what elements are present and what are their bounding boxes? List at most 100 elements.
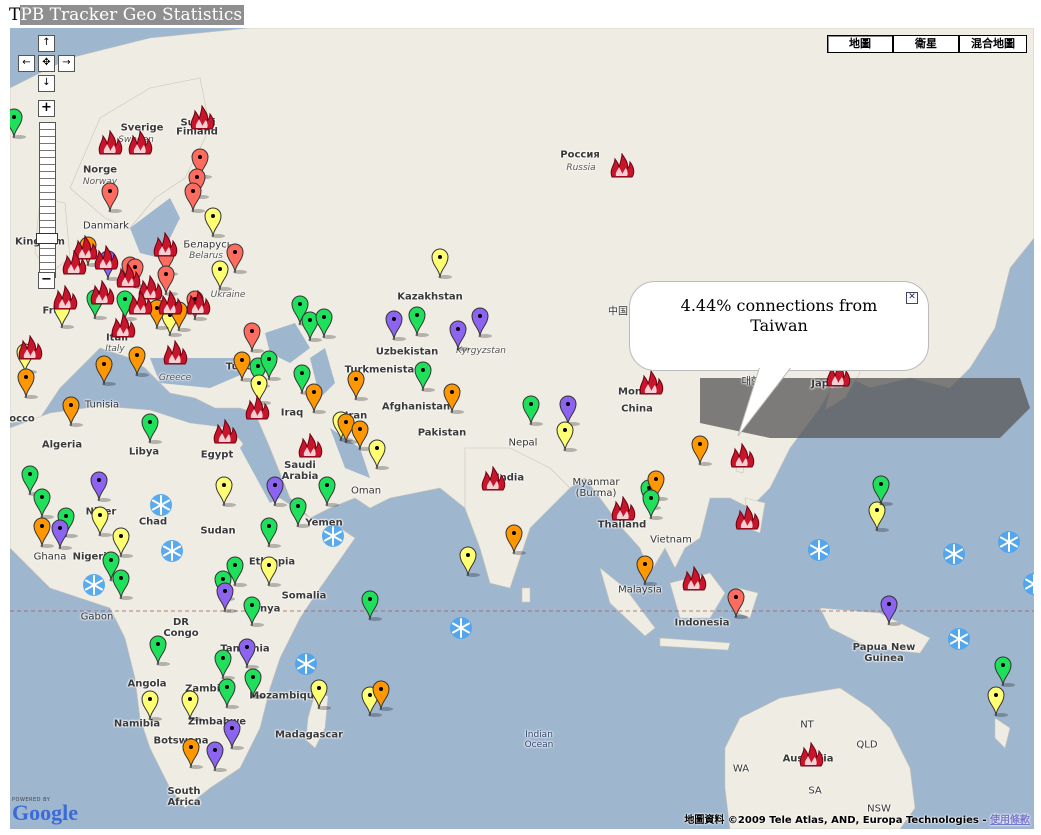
fire-icon[interactable] bbox=[212, 418, 238, 445]
snowflake-icon[interactable] bbox=[806, 537, 832, 563]
fire-icon[interactable] bbox=[244, 394, 270, 421]
zoom-in-button[interactable]: + bbox=[38, 100, 55, 117]
connection-pin-icon[interactable] bbox=[691, 435, 712, 467]
connection-pin-icon[interactable] bbox=[90, 471, 111, 503]
connection-pin-icon[interactable] bbox=[727, 588, 748, 620]
snowflake-icon[interactable] bbox=[996, 529, 1022, 555]
snowflake-icon[interactable] bbox=[159, 538, 185, 564]
connection-pin-icon[interactable] bbox=[218, 678, 239, 710]
connection-pin-icon[interactable] bbox=[128, 346, 149, 378]
connection-pin-icon[interactable] bbox=[347, 370, 368, 402]
info-window-close-icon[interactable]: ✕ bbox=[906, 292, 918, 304]
fire-icon[interactable] bbox=[97, 129, 123, 156]
connection-pin-icon[interactable] bbox=[636, 555, 657, 587]
snowflake-icon[interactable] bbox=[941, 541, 967, 567]
connection-pin-icon[interactable] bbox=[443, 383, 464, 415]
fire-icon[interactable] bbox=[127, 129, 153, 156]
connection-pin-icon[interactable] bbox=[260, 517, 281, 549]
connection-pin-icon[interactable] bbox=[141, 690, 162, 722]
map-type-satellite-button[interactable]: 衛星 bbox=[893, 35, 959, 53]
fire-icon[interactable] bbox=[609, 152, 635, 179]
connection-pin-icon[interactable] bbox=[223, 719, 244, 751]
powered-by-google-logo[interactable]: POWERED BY Google bbox=[12, 797, 78, 824]
fire-icon[interactable] bbox=[157, 289, 183, 316]
connection-pin-icon[interactable] bbox=[522, 395, 543, 427]
connection-pin-icon[interactable] bbox=[305, 383, 326, 415]
connection-pin-icon[interactable] bbox=[459, 546, 480, 578]
connection-pin-icon[interactable] bbox=[101, 182, 122, 214]
connection-pin-icon[interactable] bbox=[204, 207, 225, 239]
connection-pin-icon[interactable] bbox=[181, 690, 202, 722]
fire-icon[interactable] bbox=[729, 442, 755, 469]
terms-of-use-link[interactable]: 使用條款 bbox=[990, 815, 1030, 826]
connection-pin-icon[interactable] bbox=[642, 489, 663, 521]
fire-icon[interactable] bbox=[681, 565, 707, 592]
connection-pin-icon[interactable] bbox=[368, 439, 389, 471]
connection-pin-icon[interactable] bbox=[260, 556, 281, 588]
fire-icon[interactable] bbox=[17, 334, 43, 361]
connection-pin-icon[interactable] bbox=[215, 476, 236, 508]
connection-pin-icon[interactable] bbox=[431, 248, 452, 280]
connection-pin-icon[interactable] bbox=[449, 320, 470, 352]
connection-pin-icon[interactable] bbox=[310, 679, 331, 711]
zoom-slider-thumb[interactable] bbox=[36, 233, 58, 244]
connection-pin-icon[interactable] bbox=[216, 582, 237, 614]
fire-icon[interactable] bbox=[110, 312, 136, 339]
fire-icon[interactable] bbox=[185, 289, 211, 316]
connection-pin-icon[interactable] bbox=[243, 596, 264, 628]
connection-pin-icon[interactable] bbox=[211, 260, 232, 292]
connection-pin-icon[interactable] bbox=[361, 590, 382, 622]
fire-icon[interactable] bbox=[480, 465, 506, 492]
pan-up-button[interactable]: ↑ bbox=[38, 35, 55, 52]
fire-icon[interactable] bbox=[610, 495, 636, 522]
connection-pin-icon[interactable] bbox=[33, 488, 54, 520]
pan-down-button[interactable]: ↓ bbox=[38, 75, 55, 92]
connection-pin-icon[interactable] bbox=[10, 108, 26, 140]
zoom-out-button[interactable]: − bbox=[38, 272, 55, 289]
world-map[interactable]: РоссияRussiaSverigeSwedenSuomiFinlandNor… bbox=[10, 28, 1034, 829]
zoom-slider-track[interactable] bbox=[39, 122, 56, 278]
snowflake-icon[interactable] bbox=[148, 492, 174, 518]
pan-left-button[interactable]: ← bbox=[18, 55, 35, 72]
connection-pin-icon[interactable] bbox=[505, 524, 526, 556]
map-type-map-button[interactable]: 地圖 bbox=[827, 35, 893, 53]
fire-icon[interactable] bbox=[297, 432, 323, 459]
fire-icon[interactable] bbox=[734, 504, 760, 531]
connection-pin-icon[interactable] bbox=[289, 497, 310, 529]
fire-icon[interactable] bbox=[162, 339, 188, 366]
snowflake-icon[interactable] bbox=[448, 615, 474, 641]
fire-icon[interactable] bbox=[189, 104, 215, 131]
connection-pin-icon[interactable] bbox=[318, 476, 339, 508]
map-type-hybrid-button[interactable]: 混合地圖 bbox=[959, 35, 1027, 53]
connection-pin-icon[interactable] bbox=[872, 475, 893, 507]
connection-pin-icon[interactable] bbox=[182, 738, 203, 770]
connection-pin-icon[interactable] bbox=[987, 686, 1008, 718]
pan-right-button[interactable]: → bbox=[58, 55, 75, 72]
connection-pin-icon[interactable] bbox=[95, 355, 116, 387]
connection-pin-icon[interactable] bbox=[33, 517, 54, 549]
connection-pin-icon[interactable] bbox=[244, 668, 265, 700]
connection-pin-icon[interactable] bbox=[214, 649, 235, 681]
connection-pin-icon[interactable] bbox=[315, 308, 336, 340]
connection-pin-icon[interactable] bbox=[141, 413, 162, 445]
fire-icon[interactable] bbox=[52, 284, 78, 311]
connection-pin-icon[interactable] bbox=[351, 420, 372, 452]
snowflake-icon[interactable] bbox=[320, 523, 346, 549]
fire-icon[interactable] bbox=[638, 369, 664, 396]
connection-pin-icon[interactable] bbox=[372, 680, 393, 712]
connection-pin-icon[interactable] bbox=[556, 421, 577, 453]
connection-pin-icon[interactable] bbox=[471, 307, 492, 339]
snowflake-icon[interactable] bbox=[81, 572, 107, 598]
fire-icon[interactable] bbox=[798, 741, 824, 768]
connection-pin-icon[interactable] bbox=[880, 595, 901, 627]
fire-icon[interactable] bbox=[89, 279, 115, 306]
connection-pin-icon[interactable] bbox=[184, 182, 205, 214]
fire-icon[interactable] bbox=[152, 231, 178, 258]
connection-pin-icon[interactable] bbox=[385, 310, 406, 342]
fire-icon[interactable] bbox=[61, 249, 87, 276]
connection-pin-icon[interactable] bbox=[408, 306, 429, 338]
connection-pin-icon[interactable] bbox=[112, 569, 133, 601]
connection-pin-icon[interactable] bbox=[206, 741, 227, 773]
connection-pin-icon[interactable] bbox=[266, 476, 287, 508]
snowflake-icon[interactable] bbox=[946, 626, 972, 652]
